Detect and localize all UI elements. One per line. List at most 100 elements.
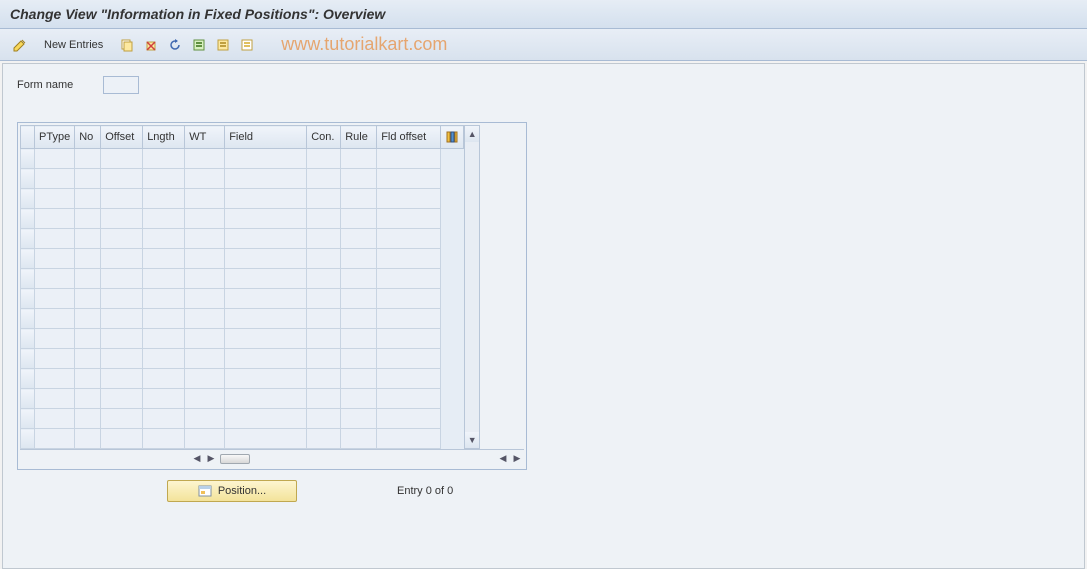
cell[interactable] — [341, 369, 377, 389]
cell[interactable] — [377, 289, 441, 309]
cell[interactable] — [341, 329, 377, 349]
scroll-right-icon[interactable]: ▶ — [204, 452, 218, 466]
scroll-up-icon[interactable]: ▲ — [465, 126, 479, 142]
cell[interactable] — [143, 169, 185, 189]
cell[interactable] — [307, 429, 341, 449]
cell[interactable] — [143, 209, 185, 229]
cell[interactable] — [307, 269, 341, 289]
cell[interactable] — [35, 369, 75, 389]
cell[interactable] — [75, 389, 101, 409]
cell[interactable] — [307, 289, 341, 309]
cell[interactable] — [225, 309, 307, 329]
row-selector-header[interactable] — [21, 126, 35, 149]
cell[interactable] — [35, 149, 75, 169]
configure-columns-icon[interactable] — [441, 126, 464, 149]
cell[interactable] — [225, 149, 307, 169]
cell[interactable] — [101, 169, 143, 189]
cell[interactable] — [341, 189, 377, 209]
col-header-no[interactable]: No — [75, 126, 101, 149]
cell[interactable] — [35, 349, 75, 369]
cell[interactable] — [307, 309, 341, 329]
cell[interactable] — [341, 229, 377, 249]
cell[interactable] — [75, 329, 101, 349]
cell[interactable] — [185, 409, 225, 429]
col-header-length[interactable]: Lngth — [143, 126, 185, 149]
cell[interactable] — [35, 169, 75, 189]
cell[interactable] — [75, 169, 101, 189]
cell[interactable] — [101, 189, 143, 209]
col-header-wt[interactable]: WT — [185, 126, 225, 149]
row-selector[interactable] — [21, 309, 35, 329]
col-header-fldoffset[interactable]: Fld offset — [377, 126, 441, 149]
cell[interactable] — [35, 269, 75, 289]
cell[interactable] — [307, 169, 341, 189]
cell[interactable] — [101, 429, 143, 449]
cell[interactable] — [225, 209, 307, 229]
cell[interactable] — [185, 349, 225, 369]
cell[interactable] — [101, 329, 143, 349]
cell[interactable] — [341, 289, 377, 309]
row-selector[interactable] — [21, 409, 35, 429]
cell[interactable] — [225, 169, 307, 189]
cell[interactable] — [143, 189, 185, 209]
cell[interactable] — [185, 329, 225, 349]
cell[interactable] — [75, 369, 101, 389]
cell[interactable] — [143, 289, 185, 309]
scroll-right2-icon[interactable]: ▶ — [510, 452, 524, 466]
cell[interactable] — [307, 249, 341, 269]
cell[interactable] — [101, 309, 143, 329]
cell[interactable] — [185, 189, 225, 209]
cell[interactable] — [341, 409, 377, 429]
cell[interactable] — [35, 229, 75, 249]
cell[interactable] — [143, 369, 185, 389]
cell[interactable] — [35, 289, 75, 309]
cell[interactable] — [35, 409, 75, 429]
row-selector[interactable] — [21, 269, 35, 289]
cell[interactable] — [341, 149, 377, 169]
cell[interactable] — [101, 249, 143, 269]
cell[interactable] — [225, 289, 307, 309]
copy-icon[interactable] — [117, 35, 137, 55]
cell[interactable] — [225, 389, 307, 409]
cell[interactable] — [377, 229, 441, 249]
cell[interactable] — [185, 149, 225, 169]
col-header-rule[interactable]: Rule — [341, 126, 377, 149]
cell[interactable] — [225, 429, 307, 449]
cell[interactable] — [225, 369, 307, 389]
col-header-con[interactable]: Con. — [307, 126, 341, 149]
cell[interactable] — [185, 289, 225, 309]
cell[interactable] — [75, 429, 101, 449]
cell[interactable] — [377, 249, 441, 269]
new-entries-button[interactable]: New Entries — [38, 37, 109, 53]
toggle-display-change-icon[interactable] — [10, 35, 30, 55]
select-block-icon[interactable] — [213, 35, 233, 55]
row-selector[interactable] — [21, 349, 35, 369]
cell[interactable] — [35, 189, 75, 209]
cell[interactable] — [307, 189, 341, 209]
col-header-offset[interactable]: Offset — [101, 126, 143, 149]
cell[interactable] — [225, 229, 307, 249]
cell[interactable] — [185, 169, 225, 189]
cell[interactable] — [307, 149, 341, 169]
cell[interactable] — [377, 389, 441, 409]
row-selector[interactable] — [21, 329, 35, 349]
cell[interactable] — [101, 269, 143, 289]
cell[interactable] — [143, 269, 185, 289]
cell[interactable] — [75, 349, 101, 369]
cell[interactable] — [377, 309, 441, 329]
cell[interactable] — [101, 149, 143, 169]
cell[interactable] — [75, 269, 101, 289]
cell[interactable] — [377, 369, 441, 389]
cell[interactable] — [101, 289, 143, 309]
cell[interactable] — [341, 209, 377, 229]
cell[interactable] — [225, 329, 307, 349]
cell[interactable] — [185, 389, 225, 409]
form-name-input[interactable] — [103, 76, 139, 94]
cell[interactable] — [307, 369, 341, 389]
cell[interactable] — [101, 229, 143, 249]
col-header-field[interactable]: Field — [225, 126, 307, 149]
cell[interactable] — [75, 209, 101, 229]
cell[interactable] — [341, 389, 377, 409]
cell[interactable] — [35, 249, 75, 269]
cell[interactable] — [377, 269, 441, 289]
